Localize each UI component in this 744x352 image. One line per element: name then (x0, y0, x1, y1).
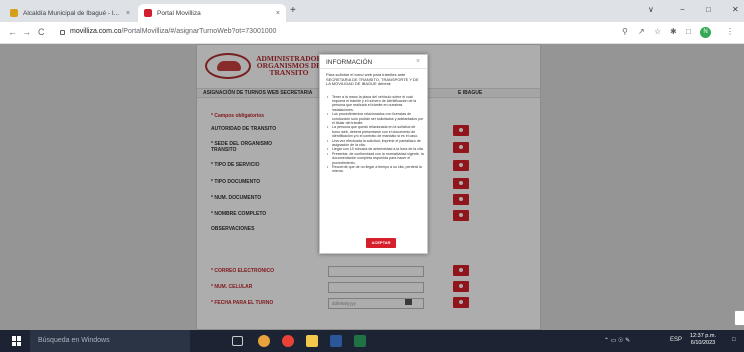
list-item: Llegar con 10 minutos de anterioridad a … (326, 147, 424, 151)
browser-toolbar: ← → C movilliza.com.co/PortalMovilliza/#… (0, 22, 744, 44)
menu-icon[interactable]: ⋮ (726, 27, 734, 36)
list-item: La persona que quedó relacionada en la s… (326, 125, 424, 138)
new-tab-button[interactable]: + (290, 5, 296, 16)
file-explorer-icon[interactable] (306, 335, 318, 347)
url-host: movilliza.com.co (70, 28, 122, 35)
movilliza-favicon-icon (144, 9, 152, 17)
close-window-button[interactable]: ✕ (732, 5, 739, 14)
reload-button[interactable]: C (38, 27, 45, 37)
bookmark-star-icon[interactable]: ☆ (654, 27, 661, 36)
address-bar[interactable]: movilliza.com.co/PortalMovilliza/#/asign… (70, 28, 276, 35)
share-icon[interactable]: ↗ (638, 27, 645, 36)
app-icon[interactable] (258, 335, 270, 347)
tab-title: Portal Movilliza (157, 9, 201, 17)
clock[interactable]: 12:37 p.m. 6/10/2023 (690, 333, 716, 347)
task-view-icon[interactable] (232, 336, 243, 346)
language-indicator[interactable]: ESP (670, 337, 682, 343)
side-panel-icon[interactable]: □ (686, 27, 691, 36)
info-modal: INFORMACIÓN × Para solicitar el turno we… (319, 54, 428, 254)
modal-intro: Para solicitar el turno web para trámite… (326, 72, 419, 87)
profile-avatar[interactable]: N (700, 27, 711, 38)
list-item: Recuerde que de no llegar a tiempo a su … (326, 165, 424, 173)
word-icon[interactable] (330, 335, 342, 347)
notifications-icon[interactable]: □ (732, 337, 736, 343)
tab-alcaldia[interactable]: Alcaldía Municipal de Ibagué - I... × (4, 4, 136, 22)
taskbar-search-input[interactable]: Búsqueda en Windows (30, 330, 190, 352)
excel-icon[interactable] (354, 335, 366, 347)
chrome-icon[interactable] (282, 335, 294, 347)
back-button[interactable]: ← (8, 27, 17, 37)
lock-icon (60, 30, 65, 35)
windows-taskbar: Búsqueda en Windows ⌃ ▭ ☉ ✎ ESP 12:37 p.… (0, 330, 744, 352)
requirements-list: Tener a la mano la placa del vehículo so… (326, 95, 424, 174)
tab-search-icon[interactable]: ∨ (648, 5, 654, 14)
start-windows-icon[interactable] (12, 336, 22, 346)
browser-tab-strip: Alcaldía Municipal de Ibagué - I... × Po… (0, 0, 744, 22)
extensions-icon[interactable]: ✱ (670, 27, 677, 36)
close-tab-icon[interactable]: × (276, 10, 280, 17)
zoom-icon[interactable]: ⚲ (622, 27, 628, 36)
close-modal-icon[interactable]: × (416, 58, 420, 65)
tray-icons[interactable]: ⌃ ▭ ☉ ✎ (604, 337, 630, 344)
list-item: Presentar, de conformidad con la normati… (326, 152, 424, 165)
tab-portal-movilliza[interactable]: Portal Movilliza × (138, 4, 286, 22)
list-item: Los procedimientos relacionados con lice… (326, 112, 424, 125)
recaptcha-badge[interactable] (734, 310, 744, 326)
url-path: /PortalMovilliza/#/asignarTurnoWeb?ot=73… (121, 28, 277, 35)
list-item: Tener a la mano la placa del vehículo so… (326, 95, 424, 112)
clock-date: 6/10/2023 (690, 340, 716, 346)
close-tab-icon[interactable]: × (126, 10, 130, 17)
clock-time: 12:37 p.m. (690, 333, 716, 339)
tab-title: Alcaldía Municipal de Ibagué - I... (23, 9, 120, 17)
list-item: Una vez efectuada la solicitud, imprimir… (326, 139, 424, 147)
accept-button[interactable]: ACEPTAR (366, 238, 396, 248)
minimize-button[interactable]: − (680, 5, 685, 14)
maximize-button[interactable]: □ (706, 5, 711, 14)
forward-button[interactable]: → (22, 27, 31, 37)
alcaldia-favicon-icon (10, 9, 18, 17)
modal-title: INFORMACIÓN (320, 55, 427, 69)
